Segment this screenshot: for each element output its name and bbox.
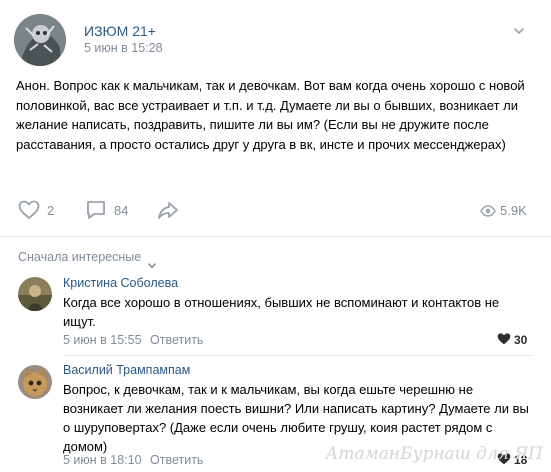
- comment-author[interactable]: Кристина Соболева: [63, 276, 178, 290]
- comment-time[interactable]: 5 июн в 15:55: [63, 333, 142, 347]
- comment-text: Когда все хорошо в отношениях, бывших не…: [63, 295, 500, 329]
- comment-reply-button[interactable]: Ответить: [150, 453, 203, 467]
- comment-bubble-icon[interactable]: [84, 198, 108, 222]
- sort-chevron-icon[interactable]: [148, 256, 156, 269]
- like-heart-icon[interactable]: [17, 198, 41, 222]
- like-count[interactable]: 2: [47, 203, 54, 218]
- post-chevron-icon[interactable]: [513, 24, 525, 36]
- post-author-avatar[interactable]: [14, 14, 66, 66]
- actions-separator: [0, 236, 551, 237]
- comment-separator: [63, 355, 533, 356]
- comment-avatar[interactable]: [18, 365, 52, 399]
- comment-count[interactable]: 84: [114, 203, 128, 218]
- share-arrow-icon[interactable]: [156, 198, 180, 222]
- views-eye-icon: [480, 204, 496, 217]
- comment-like-count[interactable]: 30: [514, 333, 527, 347]
- views-count: 5.9K: [500, 203, 527, 218]
- watermark: АтаманБурнаш для ЯП: [325, 444, 543, 464]
- comments-sort-label[interactable]: Сначала интересные: [18, 250, 141, 264]
- post-text: Анон. Вопрос как к мальчикам, так и дево…: [16, 78, 525, 152]
- comment-reply-button[interactable]: Ответить: [150, 333, 203, 347]
- comment-avatar[interactable]: [18, 277, 52, 311]
- comment-author[interactable]: Василий Трампампам: [63, 363, 190, 377]
- comment-like-heart-icon[interactable]: [496, 331, 512, 347]
- post-timestamp[interactable]: 5 июн в 15:28: [84, 41, 163, 55]
- comment-time[interactable]: 5 июн в 18:10: [63, 453, 142, 467]
- post-author-name[interactable]: ИЗЮМ 21+: [84, 23, 156, 39]
